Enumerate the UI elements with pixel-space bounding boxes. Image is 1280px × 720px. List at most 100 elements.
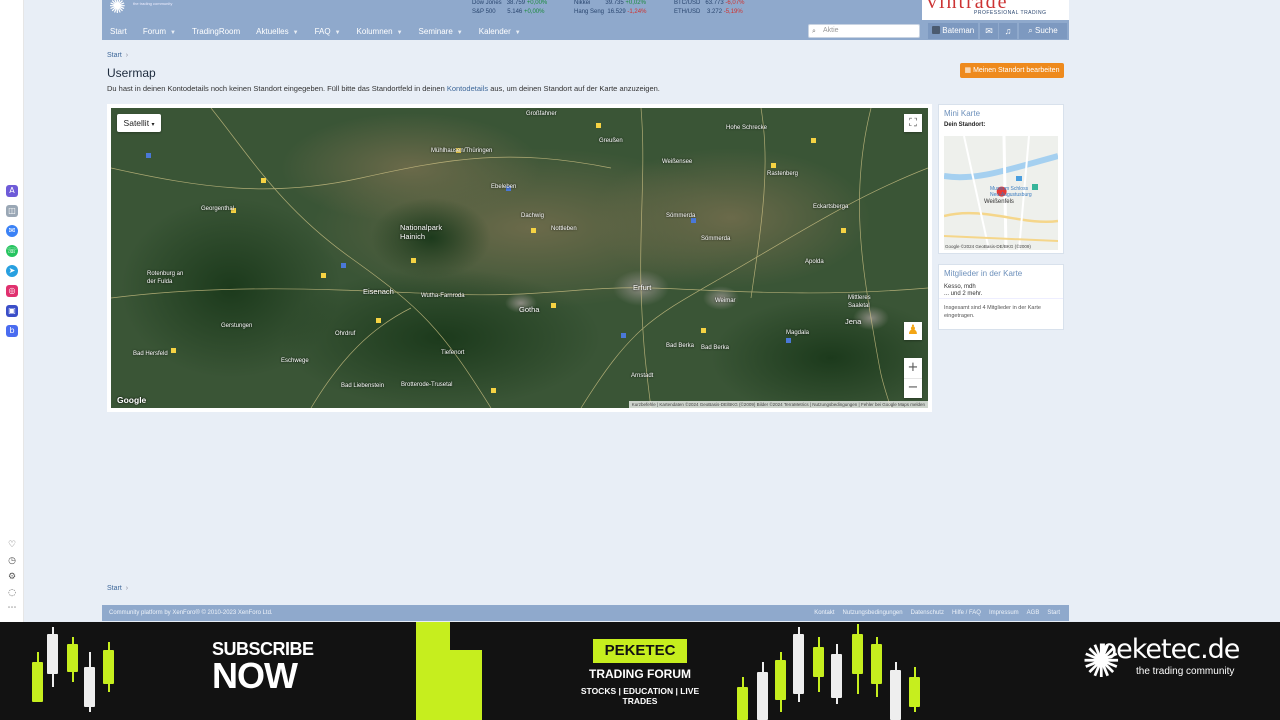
footer-link-help[interactable]: Hilfe / FAQ <box>952 605 981 621</box>
bell-icon: ♫ <box>1004 26 1012 36</box>
user-menu-button[interactable]: Bateman <box>928 23 978 39</box>
satellite-map[interactable]: Erfurt Gotha Eisenach Jena Weimar Arnsta… <box>111 108 928 408</box>
nav-faq[interactable]: FAQ ▼ <box>307 27 349 36</box>
copyright[interactable]: Community platform by XenForo® © 2010-20… <box>109 605 273 621</box>
map-label: Eisenach <box>363 287 394 296</box>
ticker-row[interactable]: Hang Seng 16.529 -1,24% <box>574 8 646 17</box>
nav-forum[interactable]: Forum ▼ <box>135 27 184 36</box>
map-label: Weimar <box>715 298 736 304</box>
zoom-out-button[interactable]: − <box>904 378 922 398</box>
mini-map-title: Mini Karte <box>944 109 981 118</box>
telegram-icon[interactable]: ➤ <box>6 265 18 277</box>
browser-sidebar: A ◫ ✉ ☏ ➤ ◎ ▣ b ♡ ◷ ⚙ ◌ ⋯ <box>0 0 24 622</box>
map-label: Eschwege <box>281 358 309 364</box>
map-label: Apolda <box>805 259 824 265</box>
stock-search-input[interactable]: ⌕ Aktie <box>808 24 920 38</box>
member-names[interactable]: Kesso, mdh <box>939 282 1063 290</box>
breadcrumb: Start › <box>107 52 128 59</box>
mini-map[interactable]: ● Weißenfels Museum Schloss Neu-Augustus… <box>944 136 1058 250</box>
chevron-right-icon: › <box>123 52 129 59</box>
map-label: Nationalpark Hainich <box>400 223 443 241</box>
instagram-icon[interactable]: ◎ <box>6 285 18 297</box>
edit-location-button[interactable]: ▦ Meinen Standort bearbeiten <box>960 63 1064 78</box>
breadcrumb-start-link[interactable]: Start <box>107 585 122 592</box>
breadcrumb-start-link[interactable]: Start <box>107 52 122 59</box>
footer-link-agb[interactable]: AGB <box>1027 605 1040 621</box>
more-members[interactable]: ... und 2 mehr. <box>939 290 1063 298</box>
messenger-icon[interactable]: ✉ <box>6 225 18 237</box>
ticker-row[interactable]: Dow Jones 38.759 +0,00% <box>472 0 547 8</box>
members-widget: Mitglieder in der Karte Kesso, mdh ... u… <box>938 264 1064 330</box>
map-label: Greußen <box>599 138 623 144</box>
ticker-row[interactable]: ETH/USD 3.272 -5,19% <box>674 8 744 17</box>
site-header: ✺ the trading community Dow Jones 38.759… <box>102 0 1069 40</box>
search-icon: ⌕ <box>1028 26 1033 35</box>
vintrade-brand-logo[interactable]: vintrade PROFESSIONAL TRADING <box>922 0 1069 20</box>
zoom-in-button[interactable]: + <box>904 358 922 378</box>
map-label: Rastenberg <box>767 171 799 177</box>
map-label: Arnstadt <box>631 373 654 379</box>
heart-icon[interactable]: ♡ <box>6 539 18 551</box>
ticker-row[interactable]: BTC/USD 63.773 -6,07% <box>674 0 744 8</box>
members-summary: Insgesamt sind 4 Mitglieder in der Karte… <box>939 298 1063 320</box>
nav-aktuelles[interactable]: Aktuelles ▼ <box>248 27 306 36</box>
inbox-button[interactable]: ✉ <box>980 23 998 39</box>
bluesky-icon[interactable]: ▣ <box>6 305 18 317</box>
street-view-pegman[interactable]: ♟ <box>904 322 922 340</box>
map-label: Magdala <box>786 330 810 336</box>
whatsapp-icon[interactable]: ☏ <box>6 245 18 257</box>
footer-link-privacy[interactable]: Datenschutz <box>911 605 944 621</box>
map-label: Ebeleben <box>491 184 517 190</box>
search-button[interactable]: ⌕ Suche <box>1019 23 1067 39</box>
map-label: Erfurt <box>633 283 652 292</box>
map-label: Hohe Schrecke <box>726 125 768 131</box>
nav-start[interactable]: Start <box>102 27 135 36</box>
nav-tradingroom[interactable]: TradingRoom <box>184 27 248 36</box>
footer-link-imprint[interactable]: Impressum <box>989 605 1019 621</box>
site-footer: Community platform by XenForo® © 2010-20… <box>102 605 1069 621</box>
fullscreen-icon: ⛶ <box>909 116 917 129</box>
ticker-column-indices: Dow Jones 38.759 +0,00% S&P 500 5.146 +0… <box>472 0 547 17</box>
settings-icon[interactable]: ⚙ <box>6 571 18 583</box>
gecko-logo-icon: ✺ <box>109 0 126 18</box>
map-label: Ohrdruf <box>335 331 356 337</box>
google-logo: Google <box>117 395 147 405</box>
map-attribution[interactable]: Kurzbefehle | Kartendaten ©2024 GeoBasis… <box>628 401 928 408</box>
nav-kalender[interactable]: Kalender ▼ <box>471 27 529 36</box>
lightbulb-icon[interactable]: ◌ <box>6 587 18 599</box>
site-logo[interactable]: ✺ the trading community <box>107 0 179 20</box>
zoom-controls: + − <box>904 358 922 398</box>
fullscreen-button[interactable]: ⛶ <box>904 114 922 132</box>
footer-link-terms[interactable]: Nutzungsbedingungen <box>843 605 903 621</box>
avatar <box>932 26 940 34</box>
nav-kolumnen[interactable]: Kolumnen ▼ <box>349 27 411 36</box>
account-details-link[interactable]: Kontodetails <box>447 84 488 93</box>
map-label: Sömmerda <box>701 236 731 242</box>
nav-seminare[interactable]: Seminare ▼ <box>411 27 471 36</box>
footer-link-start[interactable]: Start <box>1047 605 1060 621</box>
alerts-button[interactable]: ♫ <box>999 23 1017 39</box>
breadcrumb-bottom: Start › <box>107 585 128 592</box>
plus-icon: + <box>907 360 919 375</box>
ticker-row[interactable]: Nikkei 39.735 +0,02% <box>574 0 646 8</box>
map-label: Georgenthal <box>201 206 235 212</box>
map-label: Jena <box>845 317 862 326</box>
map-label: Brotterode-Trusetal <box>401 382 453 388</box>
mini-map-widget: Mini Karte Dein Standort: ● Weißenfels M… <box>938 104 1064 254</box>
search-icon: ⌕ <box>812 27 816 35</box>
vpn-icon[interactable]: A <box>6 185 18 197</box>
wallet-icon[interactable]: ◫ <box>6 205 18 217</box>
map-label: Sömmerda <box>666 213 696 219</box>
map-label: Nottleben <box>551 226 577 232</box>
history-icon[interactable]: ◷ <box>6 555 18 567</box>
ticker-column-crypto: BTC/USD 63.773 -6,07% ETH/USD 3.272 -5,1… <box>674 0 744 17</box>
more-icon[interactable]: ⋯ <box>6 602 18 614</box>
ticker-row[interactable]: S&P 500 5.146 +0,00% <box>472 8 547 17</box>
chevron-down-icon: ▾ <box>151 122 155 128</box>
bing-icon[interactable]: b <box>6 325 18 337</box>
map-type-selector[interactable]: Satellit ▾ <box>117 114 161 132</box>
forum-promo[interactable]: PEKETEC TRADING FORUM STOCKS | EDUCATION… <box>563 639 717 706</box>
footer-link-kontakt[interactable]: Kontakt <box>814 605 834 621</box>
peketec-logo[interactable]: ✺ peketec.de the trading community <box>1080 632 1250 712</box>
subscribe-now-text[interactable]: SUBSCRIBE NOW <box>212 640 314 694</box>
